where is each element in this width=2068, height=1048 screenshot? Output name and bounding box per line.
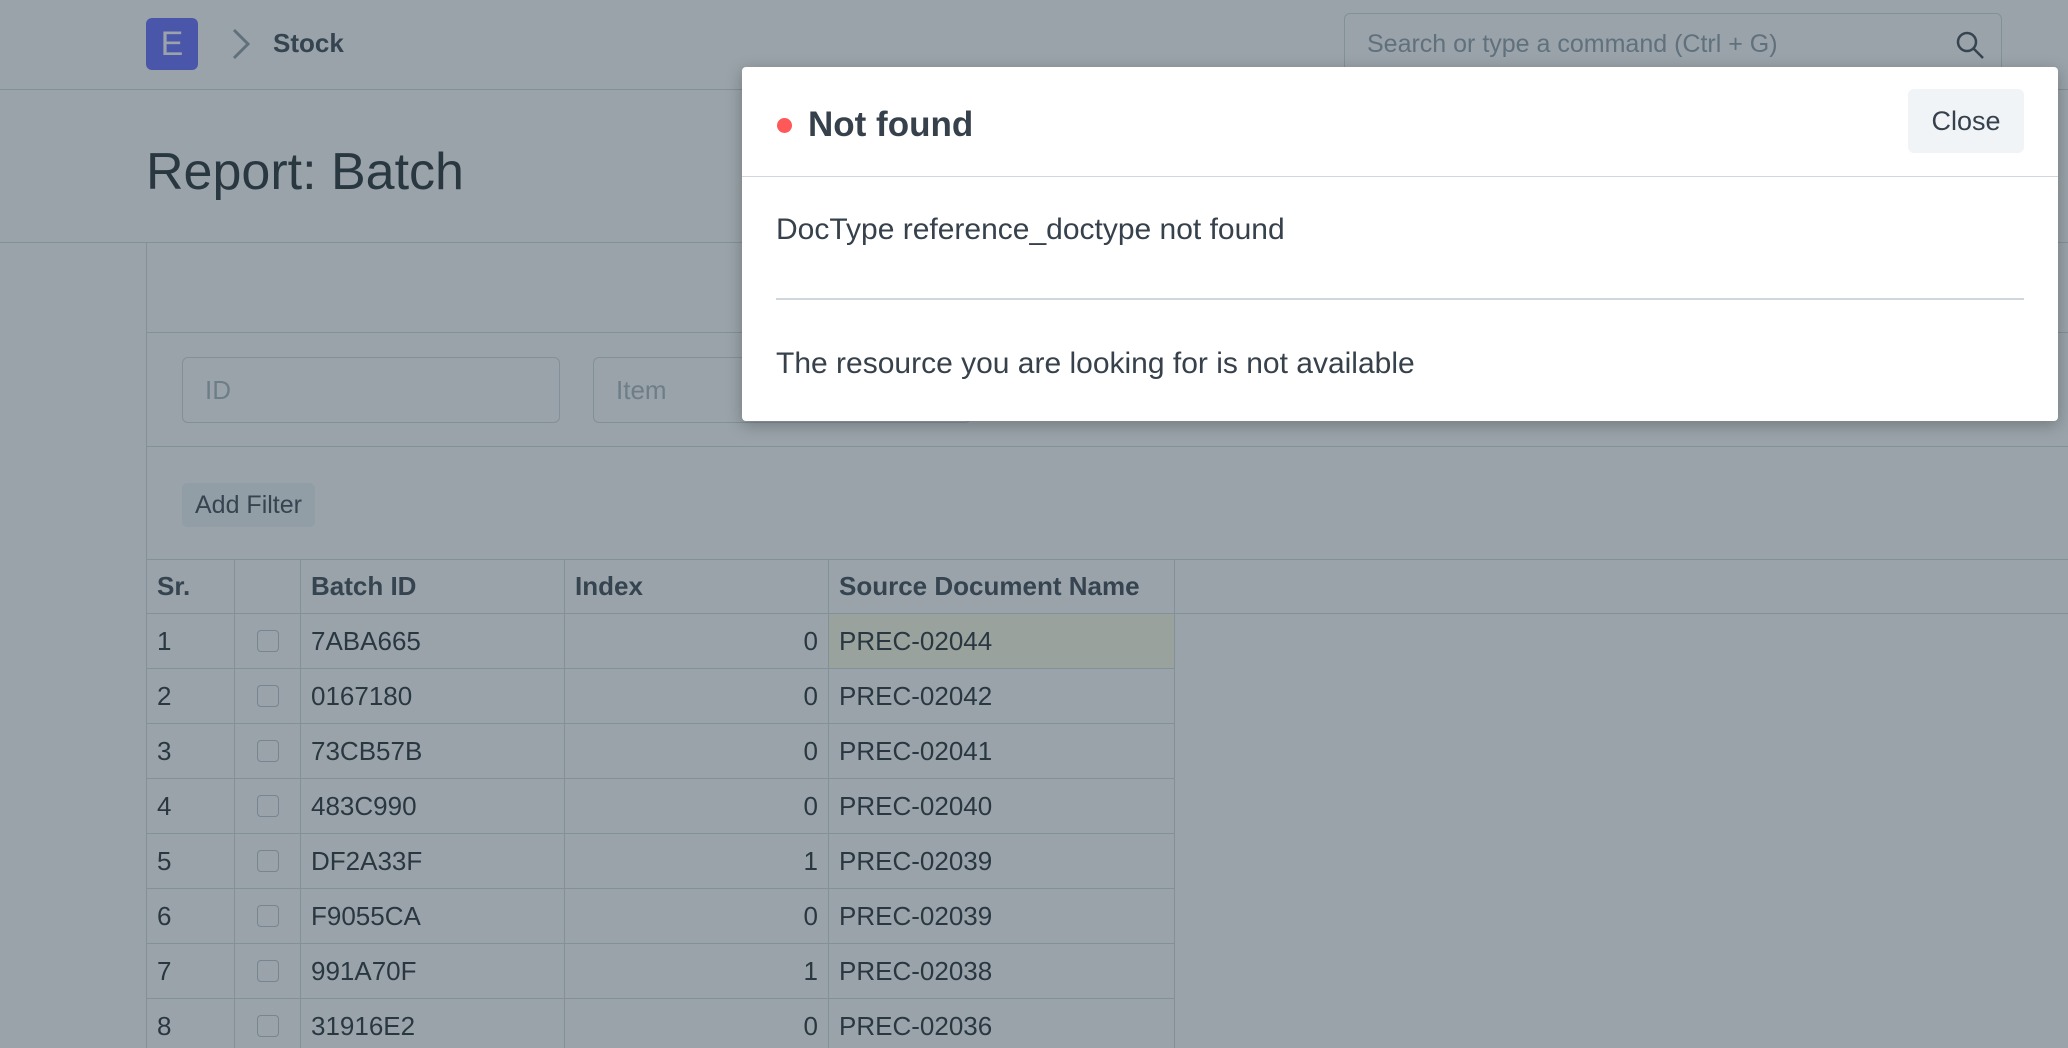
- dialog-header: Not found Close: [742, 67, 2058, 177]
- close-button[interactable]: Close: [1908, 89, 2024, 153]
- dialog-detail: The resource you are looking for is not …: [776, 347, 1415, 380]
- dialog-divider: [776, 298, 2024, 300]
- error-indicator-dot: [777, 118, 792, 133]
- dialog-message: DocType reference_doctype not found: [776, 213, 1285, 246]
- not-found-dialog: Not found Close DocType reference_doctyp…: [742, 67, 2058, 421]
- dialog-title: Not found: [808, 105, 974, 144]
